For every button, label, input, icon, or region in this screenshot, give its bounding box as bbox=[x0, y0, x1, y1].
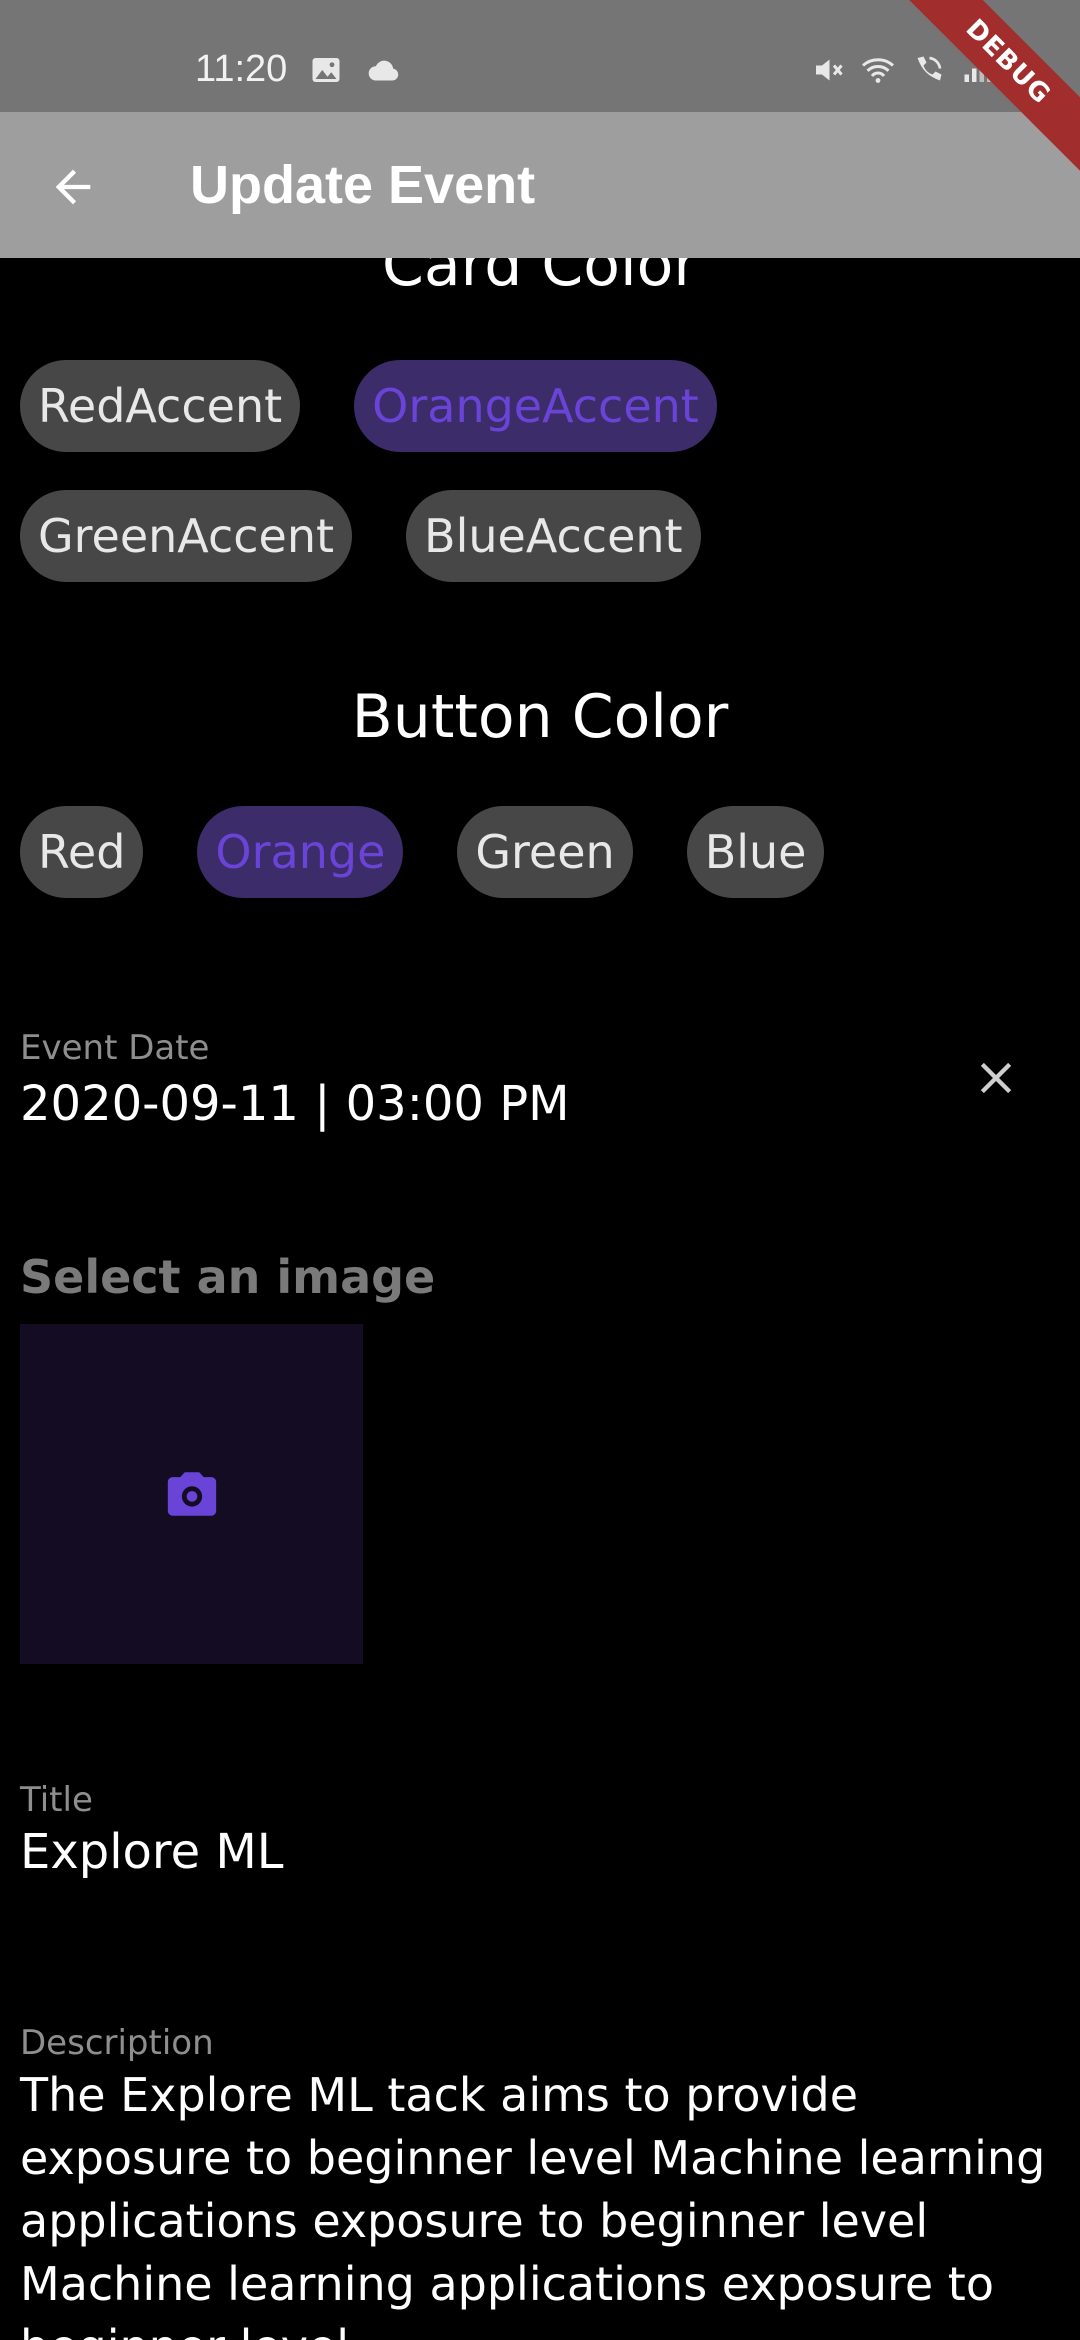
chip-blueaccent[interactable]: BlueAccent bbox=[406, 490, 701, 582]
wifi-calling-icon bbox=[917, 56, 942, 81]
event-date-field[interactable]: 2020-09-11 | 03:00 PM bbox=[20, 1076, 570, 1132]
screen: 11:20 DEBUG Update Event Card Color RedA… bbox=[0, 0, 1080, 2340]
status-bar: 11:20 bbox=[0, 0, 1080, 112]
close-icon[interactable] bbox=[970, 1052, 1022, 1104]
chip-orange[interactable]: Orange bbox=[197, 806, 404, 898]
image-icon bbox=[312, 58, 340, 82]
button-color-chips: Red Orange Green Blue bbox=[20, 806, 1060, 898]
page-title: Update Event bbox=[190, 155, 536, 215]
button-color-title: Button Color bbox=[351, 682, 729, 752]
chip-orangeaccent[interactable]: OrangeAccent bbox=[354, 360, 717, 452]
chip-greenaccent[interactable]: GreenAccent bbox=[20, 490, 353, 582]
back-button[interactable] bbox=[42, 156, 104, 218]
chip-redaccent[interactable]: RedAccent bbox=[20, 360, 301, 452]
chip-red[interactable]: Red bbox=[20, 806, 144, 898]
mute-icon bbox=[816, 59, 843, 81]
card-color-chips: RedAccent OrangeAccent GreenAccent BlueA… bbox=[20, 360, 1060, 582]
status-time: 11:20 bbox=[195, 48, 288, 90]
image-picker[interactable] bbox=[20, 1324, 363, 1664]
status-left-icons bbox=[308, 52, 402, 88]
select-image-label: Select an image bbox=[20, 1250, 436, 1304]
cloud-icon bbox=[368, 60, 399, 81]
app-bar: Update Event bbox=[0, 112, 1080, 258]
arrow-back-icon bbox=[55, 169, 91, 205]
camera-icon bbox=[167, 1472, 216, 1516]
chip-green[interactable]: Green bbox=[457, 806, 633, 898]
description-label: Description bbox=[20, 2023, 214, 2063]
card-color-title: Card Color bbox=[381, 258, 699, 300]
title-field[interactable]: Explore ML bbox=[20, 1824, 284, 1880]
chip-blue[interactable]: Blue bbox=[686, 806, 825, 898]
title-label: Title bbox=[20, 1780, 93, 1820]
event-date-label: Event Date bbox=[20, 1028, 210, 1068]
description-field[interactable]: The Explore ML tack aims to provide expo… bbox=[20, 2064, 1060, 2340]
wifi-icon bbox=[862, 58, 894, 83]
